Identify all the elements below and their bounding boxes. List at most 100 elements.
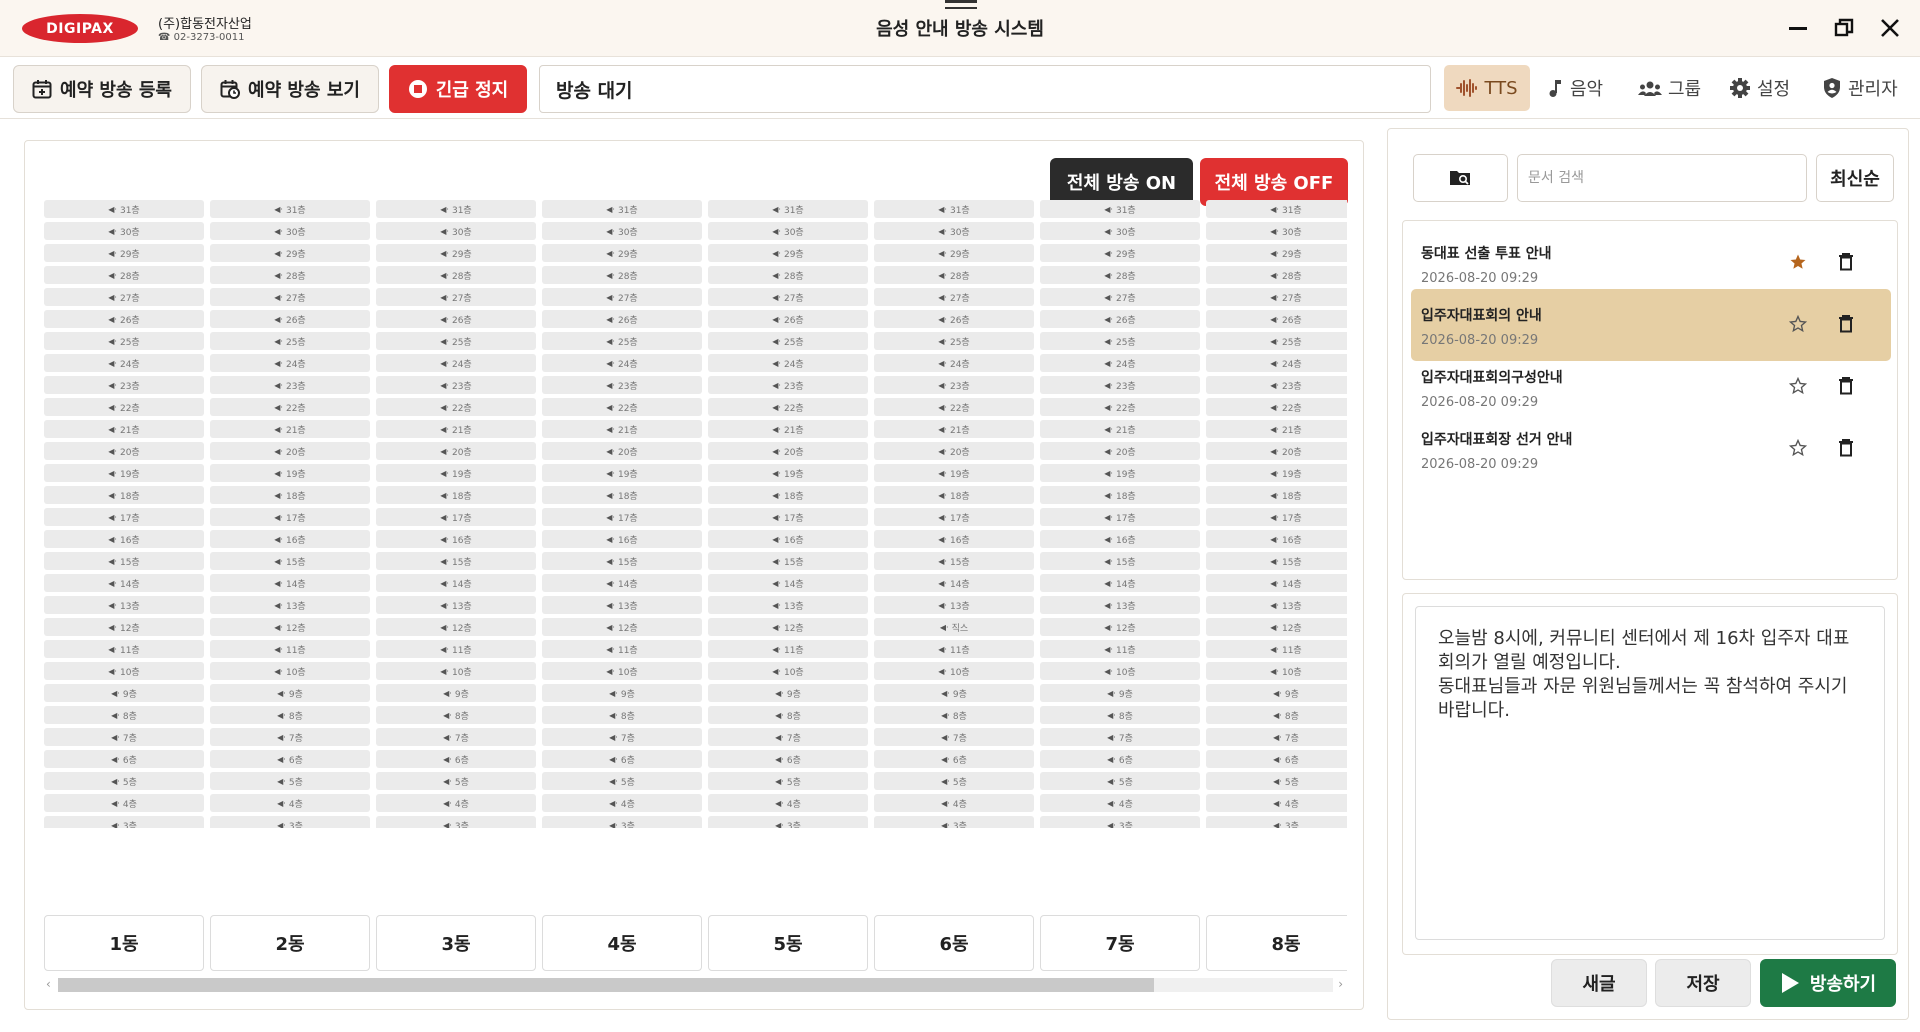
- scroll-right-icon[interactable]: ›: [1338, 977, 1343, 991]
- floor-speaker-button[interactable]: ◀· 9층: [1040, 684, 1200, 702]
- floor-speaker-button[interactable]: ◀· 13층: [542, 596, 702, 614]
- building-button[interactable]: 2동: [210, 915, 370, 971]
- floor-speaker-button[interactable]: ◀· 21층: [44, 420, 204, 438]
- floor-speaker-button[interactable]: ◀· 23층: [44, 376, 204, 394]
- floor-speaker-button[interactable]: ◀· 10층: [376, 662, 536, 680]
- floor-speaker-button[interactable]: ◀· 15층: [210, 552, 370, 570]
- delete-button[interactable]: [1835, 251, 1857, 273]
- floor-speaker-button[interactable]: ◀· 25층: [376, 332, 536, 350]
- floor-speaker-button[interactable]: ◀· 5층: [1206, 772, 1347, 790]
- floor-speaker-button[interactable]: ◀· 4층: [1206, 794, 1347, 812]
- star-outline-button[interactable]: [1787, 437, 1809, 459]
- floor-speaker-button[interactable]: ◀· 25층: [542, 332, 702, 350]
- horizontal-scrollbar[interactable]: ‹ ›: [44, 975, 1347, 993]
- floor-speaker-button[interactable]: ◀· 21층: [542, 420, 702, 438]
- floor-speaker-button[interactable]: ◀· 28층: [1206, 266, 1347, 284]
- floor-speaker-button[interactable]: ◀· 3층: [708, 816, 868, 828]
- floor-speaker-button[interactable]: ◀· 16층: [1206, 530, 1347, 548]
- floor-speaker-button[interactable]: ◀· 31층: [542, 200, 702, 218]
- floor-speaker-button[interactable]: ◀· 17층: [542, 508, 702, 526]
- emergency-stop-button[interactable]: 긴급 정지: [389, 65, 527, 113]
- floor-speaker-button[interactable]: ◀· 19층: [1040, 464, 1200, 482]
- floor-speaker-button[interactable]: ◀· 27층: [708, 288, 868, 306]
- floor-speaker-button[interactable]: ◀· 21층: [376, 420, 536, 438]
- floor-speaker-button[interactable]: ◀· 25층: [44, 332, 204, 350]
- floor-speaker-button[interactable]: ◀· 14층: [542, 574, 702, 592]
- floor-speaker-button[interactable]: ◀· 20층: [542, 442, 702, 460]
- floor-speaker-button[interactable]: ◀· 4층: [874, 794, 1034, 812]
- floor-speaker-button[interactable]: ◀· 6층: [1206, 750, 1347, 768]
- floor-speaker-button[interactable]: ◀· 30층: [542, 222, 702, 240]
- floor-speaker-button[interactable]: ◀· 10층: [708, 662, 868, 680]
- floor-speaker-button[interactable]: ◀· 20층: [210, 442, 370, 460]
- floor-speaker-button[interactable]: ◀· 17층: [210, 508, 370, 526]
- floor-speaker-button[interactable]: ◀· 24층: [542, 354, 702, 372]
- floor-speaker-button[interactable]: ◀· 24층: [708, 354, 868, 372]
- document-item[interactable]: 입주자대표회장 선거 안내 2026-08-20 09:29: [1411, 413, 1891, 485]
- floor-speaker-button[interactable]: ◀· 31층: [44, 200, 204, 218]
- floor-speaker-button[interactable]: ◀· 29층: [44, 244, 204, 262]
- floor-speaker-button[interactable]: ◀· 6층: [210, 750, 370, 768]
- floor-speaker-button[interactable]: ◀· 8층: [1040, 706, 1200, 724]
- floor-speaker-button[interactable]: ◀· 17층: [44, 508, 204, 526]
- reserve-register-button[interactable]: 예약 방송 등록: [13, 65, 191, 113]
- floor-speaker-button[interactable]: ◀· 13층: [708, 596, 868, 614]
- floor-speaker-button[interactable]: ◀· 26층: [44, 310, 204, 328]
- floor-speaker-button[interactable]: ◀· 3층: [542, 816, 702, 828]
- floor-speaker-button[interactable]: ◀· 16층: [376, 530, 536, 548]
- floor-speaker-button[interactable]: ◀· 24층: [210, 354, 370, 372]
- floor-speaker-button[interactable]: ◀· 20층: [1206, 442, 1347, 460]
- floor-speaker-button[interactable]: ◀· 21층: [708, 420, 868, 438]
- floor-speaker-button[interactable]: ◀· 26층: [1040, 310, 1200, 328]
- floor-speaker-button[interactable]: ◀· 31층: [1040, 200, 1200, 218]
- floor-speaker-button[interactable]: ◀· 6층: [1040, 750, 1200, 768]
- building-button[interactable]: 4동: [542, 915, 702, 971]
- floor-speaker-button[interactable]: ◀· 15층: [1040, 552, 1200, 570]
- floor-speaker-button[interactable]: ◀· 25층: [1206, 332, 1347, 350]
- floor-speaker-button[interactable]: ◀· 27층: [1040, 288, 1200, 306]
- floor-speaker-button[interactable]: ◀· 3층: [376, 816, 536, 828]
- floor-speaker-button[interactable]: ◀· 5층: [210, 772, 370, 790]
- floor-speaker-button[interactable]: ◀· 17층: [1206, 508, 1347, 526]
- floor-speaker-button[interactable]: ◀· 8층: [44, 706, 204, 724]
- floor-speaker-button[interactable]: ◀· 28층: [1040, 266, 1200, 284]
- floor-speaker-button[interactable]: ◀· 15층: [44, 552, 204, 570]
- floor-speaker-button[interactable]: ◀· 7층: [376, 728, 536, 746]
- floor-speaker-button[interactable]: ◀· 24층: [1206, 354, 1347, 372]
- floor-speaker-button[interactable]: ◀· 15층: [376, 552, 536, 570]
- floor-speaker-button[interactable]: ◀· 18층: [1040, 486, 1200, 504]
- floor-speaker-button[interactable]: ◀· 29층: [542, 244, 702, 262]
- floor-speaker-button[interactable]: ◀· 9층: [874, 684, 1034, 702]
- floor-speaker-button[interactable]: ◀· 15층: [874, 552, 1034, 570]
- floor-speaker-button[interactable]: ◀· 23층: [542, 376, 702, 394]
- floor-speaker-button[interactable]: ◀· 26층: [542, 310, 702, 328]
- floor-speaker-button[interactable]: ◀· 7층: [708, 728, 868, 746]
- floor-speaker-button[interactable]: ◀· 21층: [874, 420, 1034, 438]
- building-button[interactable]: 7동: [1040, 915, 1200, 971]
- new-document-button[interactable]: 새글: [1551, 959, 1647, 1007]
- floor-speaker-button[interactable]: ◀· 8층: [542, 706, 702, 724]
- floor-speaker-button[interactable]: ◀· 27층: [874, 288, 1034, 306]
- floor-speaker-button[interactable]: ◀· 23층: [874, 376, 1034, 394]
- floor-speaker-button[interactable]: ◀· 11층: [376, 640, 536, 658]
- floor-speaker-button[interactable]: ◀· 9층: [542, 684, 702, 702]
- floor-speaker-button[interactable]: ◀· 4층: [210, 794, 370, 812]
- nav-settings[interactable]: 설정: [1719, 65, 1800, 111]
- floor-speaker-button[interactable]: ◀· 9층: [708, 684, 868, 702]
- floor-speaker-button[interactable]: ◀· 28층: [542, 266, 702, 284]
- floor-speaker-button[interactable]: ◀· 6층: [708, 750, 868, 768]
- folder-search-button[interactable]: [1413, 154, 1508, 202]
- floor-speaker-button[interactable]: ◀· 20층: [44, 442, 204, 460]
- floor-speaker-button[interactable]: ◀· 20층: [874, 442, 1034, 460]
- floor-speaker-button[interactable]: ◀· 5층: [1040, 772, 1200, 790]
- floor-speaker-button[interactable]: ◀· 16층: [874, 530, 1034, 548]
- document-search-input[interactable]: [1517, 154, 1807, 202]
- floor-speaker-button[interactable]: ◀· 17층: [874, 508, 1034, 526]
- floor-speaker-button[interactable]: ◀· 11층: [874, 640, 1034, 658]
- floor-speaker-button[interactable]: ◀· 9층: [210, 684, 370, 702]
- floor-speaker-button[interactable]: ◀· 14층: [1206, 574, 1347, 592]
- building-button[interactable]: 6동: [874, 915, 1034, 971]
- floor-speaker-button[interactable]: ◀· 3층: [210, 816, 370, 828]
- floor-speaker-button[interactable]: ◀· 30층: [210, 222, 370, 240]
- floor-speaker-button[interactable]: ◀· 29층: [376, 244, 536, 262]
